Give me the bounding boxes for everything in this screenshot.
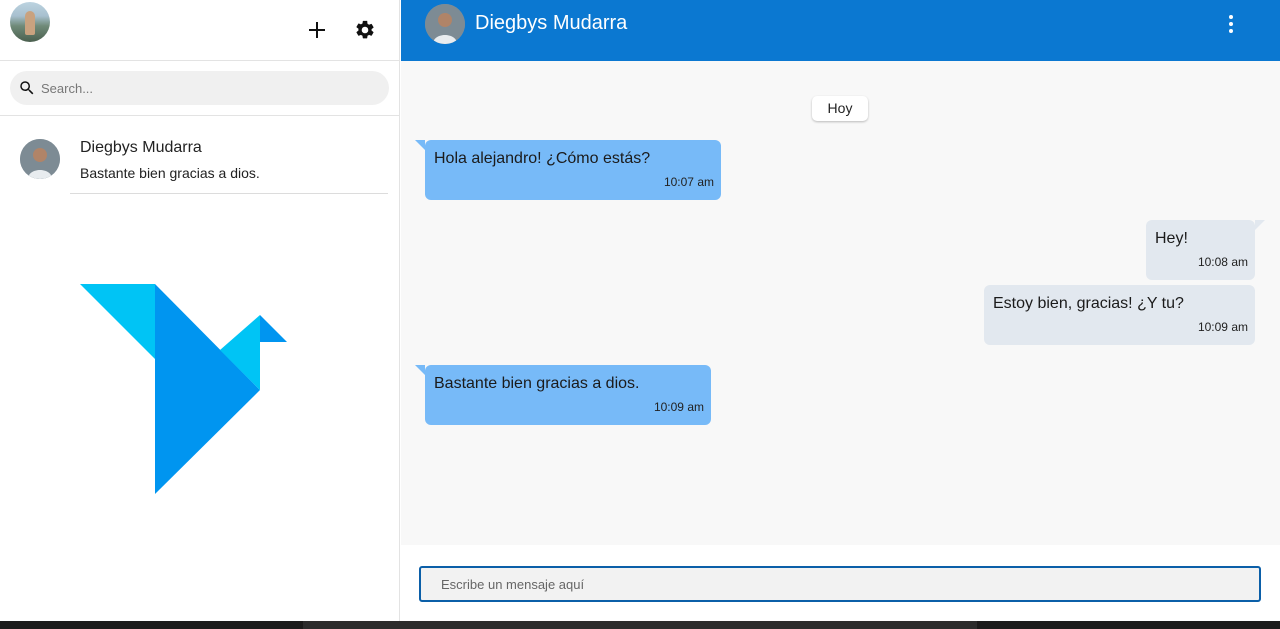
search-input[interactable] [41,71,381,105]
origami-bird-logo [80,284,287,494]
search-box [10,71,389,105]
message-composer [401,545,1280,621]
message-time: 10:07 am [663,175,714,189]
contact-avatar [20,139,60,179]
more-vertical-icon[interactable] [1219,10,1243,38]
avatar[interactable] [10,2,50,42]
date-separator: Hoy [812,96,868,121]
message-bubble-outgoing: Hey! 10:08 am [1146,220,1265,280]
message-bubble-incoming: Bastante bien gracias a dios. 10:09 am [415,365,711,425]
message-time: 10:08 am [1197,255,1248,269]
plus-icon [309,22,325,38]
contact-last-message: Bastante bien gracias a dios. [80,165,260,181]
chat-title: Diegbys Mudarra [475,12,628,34]
contact-list-item[interactable]: Diegbys Mudarra Bastante bien gracias a … [0,117,400,195]
message-time: 10:09 am [653,400,704,414]
chat-contact-avatar[interactable] [425,4,465,44]
sidebar: Diegbys Mudarra Bastante bien gracias a … [0,0,400,621]
message-time: 10:09 am [1197,320,1248,334]
gear-icon [356,20,374,39]
divider [70,193,388,194]
message-text: Hola alejandro! ¿Cómo estás? [434,150,651,167]
chat-app: Diegbys Mudarra Bastante bien gracias a … [0,0,1280,621]
search-bar [0,61,399,116]
search-icon [20,81,34,95]
contact-name: Diegbys Mudarra [80,139,202,156]
sidebar-header [0,0,399,61]
desktop-strip [0,621,1280,629]
message-text: Hey! [1155,230,1188,247]
new-chat-button[interactable] [299,12,335,48]
message-text: Bastante bien gracias a dios. [434,375,640,392]
chat-panel: Diegbys Mudarra Hoy Hola alejandro! ¿Cóm… [401,0,1280,621]
settings-button[interactable] [347,12,383,48]
message-bubble-outgoing: Estoy bien, gracias! ¿Y tu? 10:09 am [984,285,1255,345]
message-input[interactable] [419,566,1261,602]
message-bubble-incoming: Hola alejandro! ¿Cómo estás? 10:07 am [415,140,721,200]
chat-header: Diegbys Mudarra [401,0,1280,61]
message-text: Estoy bien, gracias! ¿Y tu? [993,295,1184,312]
